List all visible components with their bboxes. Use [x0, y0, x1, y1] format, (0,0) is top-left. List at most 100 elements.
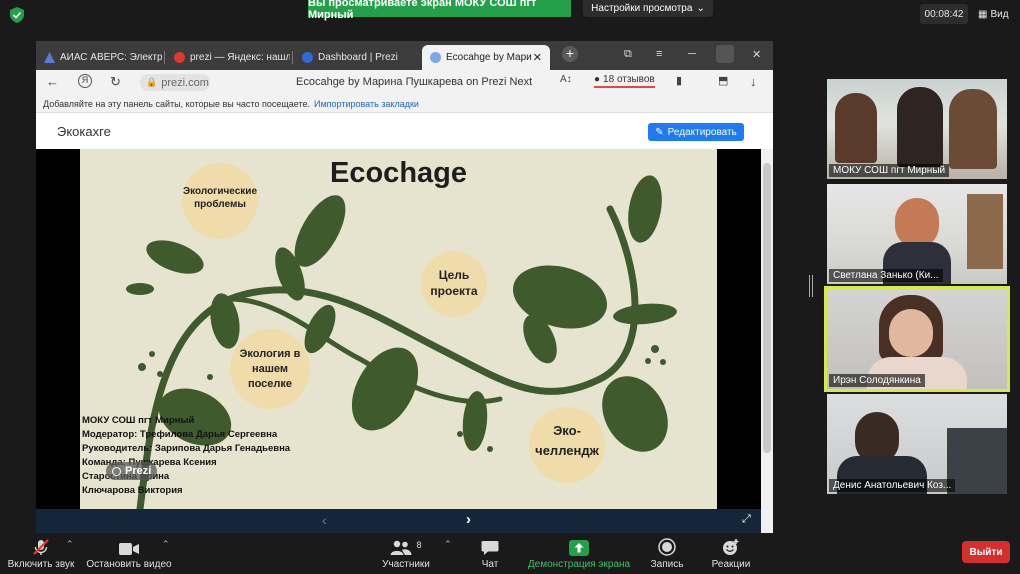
leave-meeting-button[interactable]: Выйти — [962, 541, 1010, 563]
shield-icon[interactable] — [10, 7, 24, 23]
tab-manager-icon[interactable]: ⧉ — [624, 48, 632, 61]
view-button[interactable]: ▦ Вид — [978, 4, 1016, 24]
share-screen-button[interactable]: Демонстрация экрана — [524, 533, 634, 574]
browser-tab-aias[interactable]: АИАС АВЕРС: Электро — [36, 45, 162, 70]
participant-figure — [895, 198, 939, 248]
tab-separator — [292, 51, 293, 64]
tab-separator — [164, 51, 165, 64]
record-icon — [658, 538, 676, 556]
close-tab-icon[interactable]: ✕ — [533, 51, 542, 64]
chat-icon — [481, 541, 499, 555]
record-button[interactable]: Запись — [646, 533, 688, 574]
fullscreen-icon[interactable]: ⤢ — [742, 513, 751, 526]
credit-line: Модератор: Трефилова Дарья Сергеевна — [82, 429, 278, 440]
import-bookmarks-link[interactable]: Импортировать закладки — [314, 99, 419, 109]
tab-label: prezi — Яндекс: нашл — [190, 52, 290, 63]
shared-browser-window: АИАС АВЕРС: Электро prezi — Яндекс: нашл… — [36, 41, 773, 533]
stop-video-button[interactable]: Остановить видео — [84, 533, 174, 574]
smiley-plus-icon — [723, 539, 739, 555]
tab-label: Ecocahge by Мари — [446, 52, 532, 63]
participants-options-caret-icon[interactable]: ⌃ — [444, 539, 452, 550]
office-chair — [947, 428, 1007, 494]
new-tab-icon[interactable]: + — [562, 46, 578, 62]
meeting-toolbar: Включить звук ⌃ Остановить видео ⌃ 8 Уча… — [0, 533, 1020, 574]
close-window-icon[interactable]: ✕ — [752, 48, 761, 61]
participant-name: Ирэн Солодянкина — [829, 374, 925, 387]
slide-title: Ecochage — [330, 157, 467, 189]
credit-line: МОКУ СОШ пгт Мирный — [82, 415, 195, 426]
credit-line: Руководитель: Зарипова Дарья Генадьевна — [82, 443, 291, 454]
page-title: Ecocahge by Марина Пушкарева on Prezi Ne… — [296, 76, 533, 88]
prezi-watermark[interactable]: Prezi — [106, 462, 158, 480]
view-label: Вид — [990, 8, 1009, 20]
reactions-button[interactable]: Реакции — [708, 533, 754, 574]
participants-icon — [390, 540, 412, 555]
yandex-icon[interactable]: Я — [78, 74, 92, 88]
participant-name: Светлана Занько (Ки... — [829, 269, 943, 282]
download-icon[interactable]: ↓ — [750, 74, 757, 89]
topic-project-goal[interactable]: Цель проекта — [424, 267, 484, 299]
browser-tab-yandex[interactable]: prezi — Яндекс: нашл — [166, 45, 290, 70]
reviews-label: 18 отзывов — [603, 74, 655, 85]
next-slide-icon[interactable]: › — [466, 511, 471, 528]
video-options-caret-icon[interactable]: ⌃ — [162, 539, 170, 550]
chat-button[interactable]: Чат — [470, 533, 510, 574]
audio-options-caret-icon[interactable]: ⌃ — [66, 539, 74, 550]
prev-slide-icon[interactable]: ‹ — [322, 512, 327, 528]
translate-icon[interactable]: A↕ — [560, 74, 572, 85]
slide-credits: МОКУ СОШ пгт Мирный Модератор: Трефилова… — [82, 414, 290, 498]
menu-icon[interactable]: ≡ — [656, 48, 662, 60]
participant-figure — [835, 93, 877, 163]
watermark-label: Prezi — [125, 465, 152, 477]
meeting-timer: 00:08:42 — [920, 4, 968, 24]
participants-button[interactable]: 8 Участники — [378, 533, 434, 574]
participants-label: Участники — [382, 559, 430, 570]
url-field[interactable]: 🔒 prezi.com — [140, 74, 210, 91]
back-icon[interactable]: ← — [46, 74, 59, 89]
tab-label: Dashboard | Prezi — [318, 52, 398, 63]
participant-video[interactable]: Светлана Занько (Ки... — [827, 184, 1007, 284]
edit-label: Редактировать — [667, 126, 737, 138]
prezi-logo-icon — [302, 52, 313, 63]
presentation-navigation: ‹ › ⤢ — [36, 509, 761, 533]
url-text: prezi.com — [161, 76, 209, 89]
slide[interactable]: Ecochage Экологические проблемы Цель про… — [80, 149, 717, 509]
reload-icon[interactable]: ↻ — [110, 74, 121, 90]
browser-tab-ecocahge[interactable]: Ecocahge by Мари ✕ — [422, 45, 550, 70]
lock-icon: 🔒 — [146, 77, 158, 87]
view-settings-button[interactable]: Настройки просмотра ⌄ — [583, 0, 713, 17]
restore-icon[interactable] — [716, 45, 734, 63]
chat-label: Чат — [481, 559, 499, 570]
participant-video[interactable]: Денис Анатольевич Коз... — [827, 394, 1007, 494]
panel-splitter-handle[interactable] — [809, 275, 813, 297]
participant-figure — [897, 87, 943, 167]
browser-tab-dashboard[interactable]: Dashboard | Prezi — [294, 45, 418, 70]
bookshelf — [967, 194, 1003, 269]
bookmark-icon[interactable]: ▮ — [676, 74, 682, 87]
topic-local-ecology[interactable]: Экология в нашем поселке — [230, 347, 310, 392]
reactions-label: Реакции — [711, 559, 751, 570]
reviews-button[interactable]: ● 18 отзывов — [594, 74, 655, 88]
participant-video[interactable]: МОКУ СОШ пгт Мирный — [827, 79, 1007, 179]
stop-video-label: Остановить видео — [86, 559, 172, 570]
bookmarks-bar: Добавляйте на эту панель сайты, которые … — [36, 95, 773, 113]
sharing-banner: Вы просматриваете экран МОКУ СОШ пгт Мир… — [308, 0, 571, 21]
minimize-icon[interactable]: ─ — [688, 48, 696, 60]
prezi-logo-icon — [112, 466, 121, 476]
presentation-stage: Ecochage Экологические проблемы Цель про… — [36, 149, 761, 509]
prezi-header: Экокахге ✎ Редактировать — [36, 113, 773, 149]
record-label: Запись — [650, 559, 684, 570]
participant-video-active-speaker[interactable]: Ирэн Солодянкина — [824, 286, 1010, 392]
topic-ecological-problems[interactable]: Экологические проблемы — [182, 185, 258, 211]
prezi-logo-icon — [430, 52, 441, 63]
video-camera-icon — [119, 543, 139, 555]
scrollbar-thumb[interactable] — [763, 163, 771, 453]
topic-eco-challenge[interactable]: Эко-челлендж — [531, 421, 603, 461]
edit-button[interactable]: ✎ Редактировать — [648, 123, 744, 141]
credit-line: Ключарова Виктория — [82, 485, 183, 496]
grid-icon: ▦ — [978, 8, 988, 20]
collections-icon[interactable]: ⬒ — [718, 74, 728, 87]
bookmarks-hint: Добавляйте на эту панель сайты, которые … — [43, 98, 310, 109]
presentation-name: Экокахге — [57, 124, 111, 139]
muted-microphone-icon — [33, 539, 49, 555]
